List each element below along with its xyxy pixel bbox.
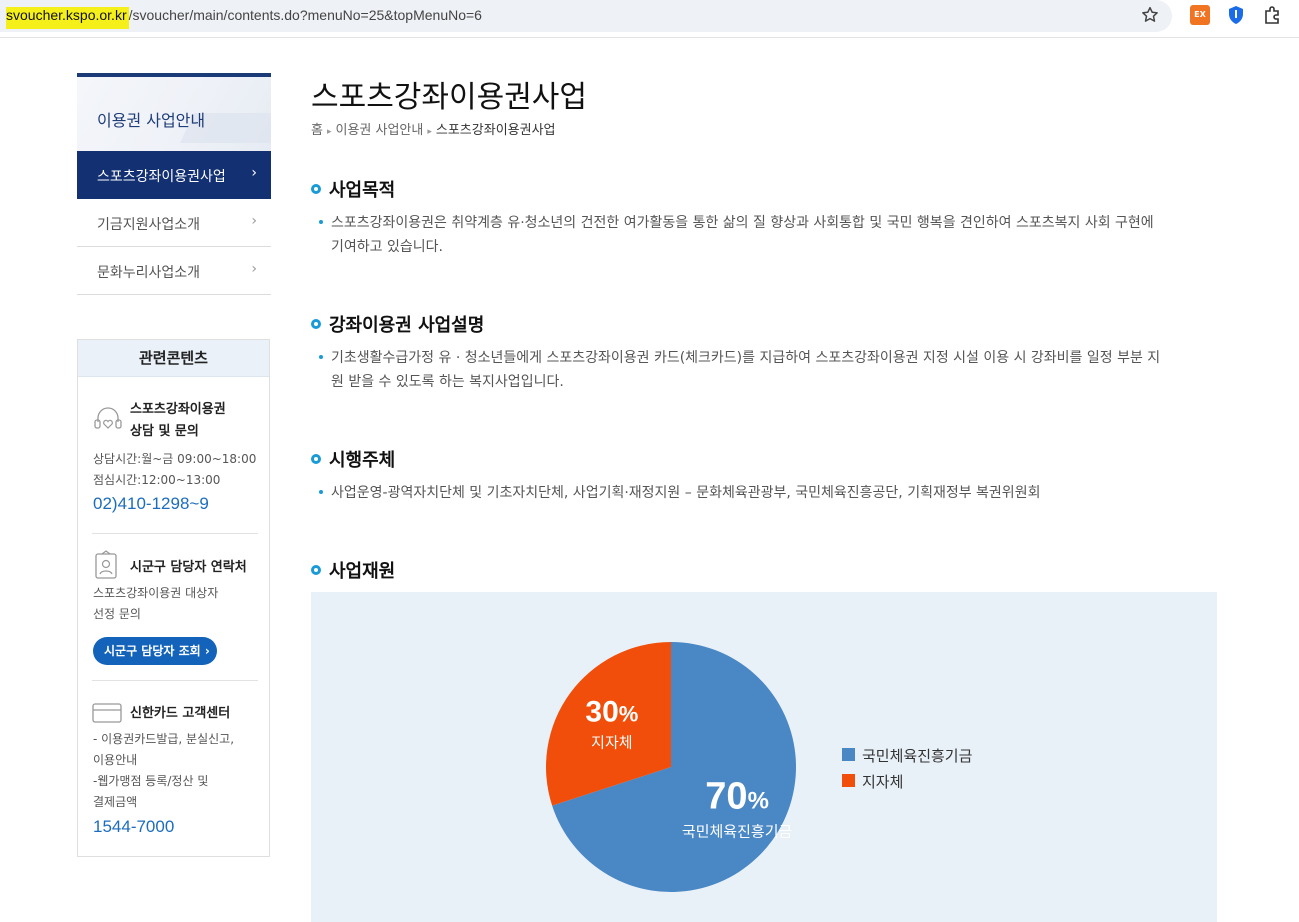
consult-block: 스포츠강좌이용권 상담 및 문의 상담시간:월~금 09:00~18:00 점심… xyxy=(92,392,258,532)
sidebar-item-culture-nuri[interactable]: 문화누리사업소개 › xyxy=(77,247,271,295)
section-line: 원 받을 수 있도록 하는 복지사업입니다. xyxy=(331,374,564,390)
dot-bullet-icon xyxy=(319,490,323,494)
password-manager-shield-icon[interactable] xyxy=(1226,5,1246,25)
pie-name-label-0: 국민체육진흥기금 xyxy=(682,822,793,840)
headset-heart-icon xyxy=(94,407,122,429)
funding-pie-chart: 70%국민체육진흥기금30%지자체 xyxy=(546,642,796,892)
legend-label: 지자체 xyxy=(862,773,904,791)
section-body-executor: 사업운영-광역자치단체 및 기초자치단체, 사업기획·재정지원 – 문화체육관광… xyxy=(319,481,1214,505)
extension-ex-icon[interactable]: EX xyxy=(1190,5,1210,25)
contact-line1: 스포츠강좌이용권 대상자 xyxy=(93,586,219,600)
legend-swatch xyxy=(842,748,855,761)
sidebar-item-label: 기금지원사업소개 xyxy=(97,217,201,233)
related-contents-panel: 관련콘텐츠 스포츠강좌이용권 상담 및 문의 상담시간:월~금 09:00~18… xyxy=(77,339,270,857)
consult-lunch: 점심시간:12:00~13:00 xyxy=(93,473,221,487)
consult-phone[interactable]: 02)410-1298~9 xyxy=(93,494,209,514)
breadcrumb: 홈 ▸ 이용권 사업안내 ▸ 스포츠강좌이용권사업 xyxy=(311,119,556,138)
section-line: 기초생활수급가정 유 · 청소년들에게 스포츠강좌이용권 카드(체크카드)를 지… xyxy=(331,350,1161,366)
card-center-phone[interactable]: 1544-7000 xyxy=(93,817,174,837)
extensions-puzzle-icon[interactable] xyxy=(1262,5,1282,25)
breadcrumb-home[interactable]: 홈 xyxy=(311,123,323,138)
section-title-funding: 사업재원 xyxy=(311,557,395,583)
section-line: 사업운영-광역자치단체 및 기초자치단체, 사업기획·재정지원 – 문화체육관광… xyxy=(331,485,1041,501)
related-contents-title: 관련콘텐츠 xyxy=(78,340,269,377)
contact-title: 시군구 담당자 연락처 xyxy=(130,560,247,575)
contact-line2: 선정 문의 xyxy=(93,607,141,621)
section-line: 스포츠강좌이용권은 취약계층 유·청소년의 건전한 여가활동을 통한 삶의 질 … xyxy=(331,215,1154,231)
section-title-text: 강좌이용권 사업설명 xyxy=(329,315,485,336)
sidebar-nav: 이용권 사업안내 스포츠강좌이용권사업 › 기금지원사업소개 › 문화누리사업소… xyxy=(77,73,271,295)
section-title-text: 사업재원 xyxy=(329,561,396,582)
section-title-purpose: 사업목적 xyxy=(311,176,395,202)
legend-item-0: 국민체육진흥기금 xyxy=(842,745,972,771)
ring-bullet-icon xyxy=(311,319,321,329)
section-title-text: 사업목적 xyxy=(329,180,396,201)
card-line4: 결제금액 xyxy=(93,795,138,809)
chart-legend: 국민체육진흥기금지자체 xyxy=(842,745,972,797)
page-title: 스포츠강좌이용권사업 xyxy=(311,80,587,115)
section-title-executor: 시행주체 xyxy=(311,446,395,472)
card-center-block: 신한카드 고객센터 - 이용권카드발급, 분실신고, 이용안내 -웹가맹점 등록… xyxy=(92,696,258,846)
url-text[interactable]: svoucher.kspo.or.kr/svoucher/main/conten… xyxy=(6,7,482,29)
section-line: 기여하고 있습니다. xyxy=(331,239,443,255)
legend-label: 국민체육진흥기금 xyxy=(862,747,973,765)
section-body-description: 기초생활수급가정 유 · 청소년들에게 스포츠강좌이용권 카드(체크카드)를 지… xyxy=(319,346,1214,394)
legend-item-1: 지자체 xyxy=(842,771,972,797)
funding-chart-panel: 70% 국민체육진흥기금 30% 지자체 국민체육진흥기금 지자체 xyxy=(311,592,1217,922)
sidebar-item-sports-voucher[interactable]: 스포츠강좌이용권사업 › xyxy=(77,151,271,199)
card-line1: - 이용권카드발급, 분실신고, xyxy=(93,732,235,746)
pie-name-label-1: 지자체 xyxy=(591,734,632,752)
sidebar-header: 이용권 사업안내 xyxy=(77,73,271,151)
dot-bullet-icon xyxy=(319,355,323,359)
card-line3: -웹가맹점 등록/정산 및 xyxy=(93,774,209,788)
divider xyxy=(92,680,258,681)
bookmark-star-icon[interactable] xyxy=(1139,4,1161,26)
id-badge-icon xyxy=(95,550,117,579)
contact-block: 시군구 담당자 연락처 스포츠강좌이용권 대상자 선정 문의 시군구 담당자 조… xyxy=(92,548,258,673)
dot-bullet-icon xyxy=(319,220,323,224)
credit-card-icon xyxy=(92,703,122,723)
browser-toolbar: svoucher.kspo.or.kr/svoucher/main/conten… xyxy=(0,0,1299,38)
url-path: /svoucher/main/contents.do?menuNo=25&top… xyxy=(128,7,482,23)
sidebar-item-label: 문화누리사업소개 xyxy=(97,265,201,281)
card-line2: 이용안내 xyxy=(93,753,138,767)
card-center-title: 신한카드 고객센터 xyxy=(130,706,231,721)
breadcrumb-separator-icon: ▸ xyxy=(427,127,432,137)
breadcrumb-level1[interactable]: 이용권 사업안내 xyxy=(336,123,424,138)
consult-hours: 상담시간:월~금 09:00~18:00 xyxy=(93,452,257,466)
url-host: svoucher.kspo.or.kr xyxy=(6,7,129,29)
district-contact-lookup-button[interactable]: 시군구 담당자 조회 › xyxy=(93,637,217,665)
address-bar[interactable]: svoucher.kspo.or.kr/svoucher/main/conten… xyxy=(0,0,1172,32)
divider xyxy=(92,533,258,534)
legend-swatch xyxy=(842,774,855,787)
consult-title-line2: 상담 및 문의 xyxy=(130,424,199,439)
consult-title-line1: 스포츠강좌이용권 xyxy=(130,402,226,417)
ring-bullet-icon xyxy=(311,184,321,194)
sidebar-item-label: 스포츠강좌이용권사업 xyxy=(97,169,226,185)
section-title-text: 시행주체 xyxy=(329,450,396,471)
chevron-right-icon: › xyxy=(251,213,257,229)
ring-bullet-icon xyxy=(311,454,321,464)
sidebar-title: 이용권 사업안내 xyxy=(97,111,206,130)
sidebar-item-fund-support[interactable]: 기금지원사업소개 › xyxy=(77,199,271,247)
breadcrumb-separator-icon: ▸ xyxy=(326,127,332,137)
section-body-purpose: 스포츠강좌이용권은 취약계층 유·청소년의 건전한 여가활동을 통한 삶의 질 … xyxy=(319,211,1214,259)
ring-bullet-icon xyxy=(311,565,321,575)
chevron-right-icon: › xyxy=(251,165,257,181)
breadcrumb-current: 스포츠강좌이용권사업 xyxy=(435,123,556,138)
section-title-description: 강좌이용권 사업설명 xyxy=(311,311,484,337)
chevron-right-icon: › xyxy=(251,261,257,277)
